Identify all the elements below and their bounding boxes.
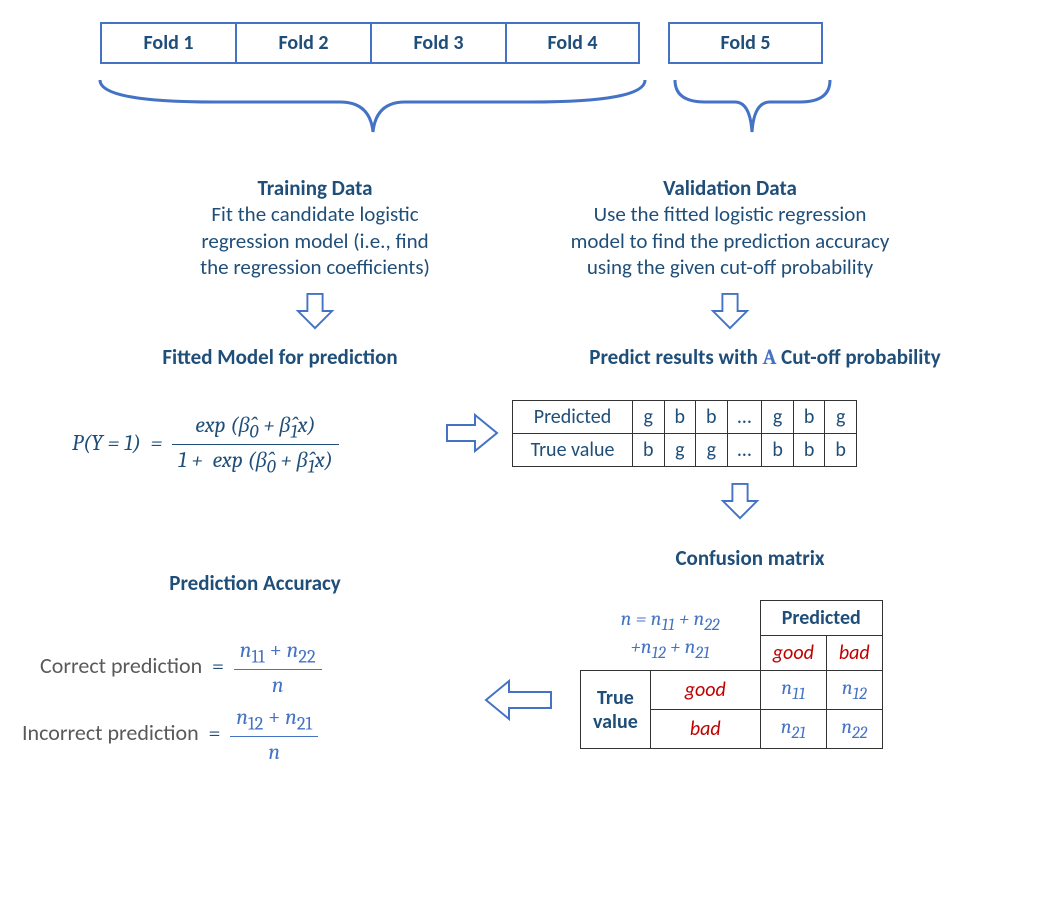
incorrect-formula: Incorrect prediction = n12 + n21 n [22,702,318,767]
predict-heading: Predict results with A Cut-off probabili… [505,344,1025,371]
confusion-table: n = n11 + n22 +n12 + n21 Predicted good … [580,600,883,749]
brace-validation [670,72,835,147]
correct-formula: Correct prediction = n11 + n22 n [40,635,322,700]
down-arrow-icon [295,292,335,330]
fold-box: Fold 1 [100,22,235,64]
right-arrow-icon [445,412,500,454]
validation-heading: Validation Data [663,175,797,201]
left-arrow-icon [483,678,553,722]
fold-box: Fold 5 [668,22,823,64]
training-text: Training Data Fit the candidate logistic… [145,175,485,280]
fold-box: Fold 3 [370,22,505,64]
down-arrow-icon [710,292,750,330]
fold-box: Fold 2 [235,22,370,64]
brace-training [95,72,650,147]
confusion-heading: Confusion matrix [590,545,910,571]
training-heading: Training Data [257,175,372,201]
validation-text: Validation Data Use the fitted logistic … [520,175,940,280]
accuracy-heading: Prediction Accuracy [120,570,390,596]
logistic-formula: P(Y = 1) = exp (β̂0 + β̂1x) 1 + exp (β̂0… [72,410,339,480]
fold-box: Fold 4 [505,22,640,64]
prediction-table: Predicted g b b … g b g True value b g g… [512,400,857,467]
fold-row: Fold 1 Fold 2 Fold 3 Fold 4 Fold 5 [100,22,823,64]
down-arrow-icon [720,482,760,520]
fitted-heading: Fitted Model for prediction [115,344,445,370]
